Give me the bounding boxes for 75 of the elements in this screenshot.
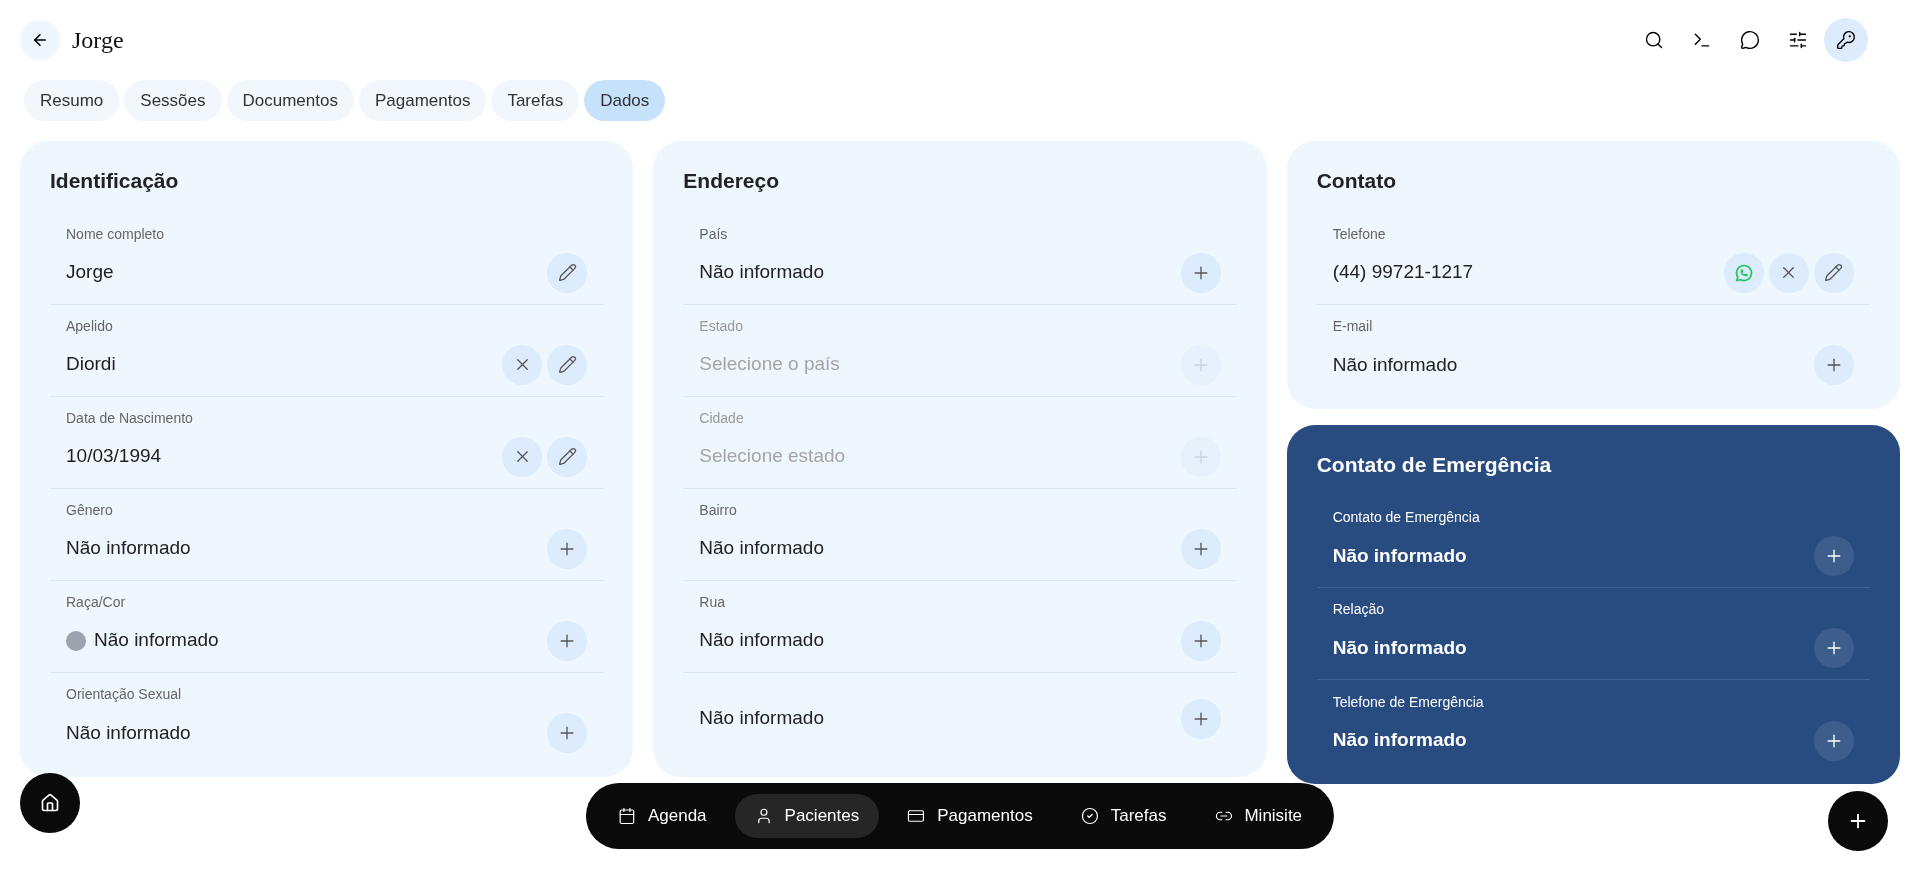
home-button[interactable] bbox=[20, 773, 80, 833]
card-title: Identificação bbox=[50, 168, 180, 194]
home-icon bbox=[40, 793, 60, 813]
field-label: Data de Nascimento bbox=[66, 408, 194, 428]
add-button[interactable] bbox=[1814, 720, 1854, 761]
field-value: (44) 99721-1217 bbox=[1332, 260, 1474, 285]
field-value: Não informado bbox=[699, 260, 824, 285]
field-value: 10/03/1994 bbox=[66, 444, 162, 469]
field-label: Telefone de Emergência bbox=[1332, 692, 1485, 712]
field-value: Selecione o país bbox=[699, 352, 840, 377]
field-label: Orientação Sexual bbox=[66, 685, 183, 704]
add-button[interactable] bbox=[547, 713, 588, 753]
field-label: Relação bbox=[1332, 600, 1386, 619]
field-label: Gênero bbox=[66, 500, 114, 520]
card-title: Contato de Emergência bbox=[1316, 451, 1553, 478]
field-label: E-mail bbox=[1332, 317, 1374, 336]
tab[interactable]: Resumo bbox=[24, 80, 120, 121]
tab[interactable]: Documentos bbox=[226, 80, 354, 121]
card-icon bbox=[907, 807, 926, 825]
field-label: Apelido bbox=[66, 316, 114, 336]
dock-item[interactable]: Pacientes bbox=[734, 794, 880, 838]
pencil-icon bbox=[557, 447, 577, 466]
field-value: Não informado bbox=[699, 536, 824, 561]
field-value: Não informado bbox=[1332, 728, 1467, 753]
edit-button[interactable] bbox=[1814, 252, 1854, 293]
field-value: Diordi bbox=[66, 352, 116, 377]
search-icon bbox=[1644, 30, 1664, 50]
field-label: Telefone bbox=[1332, 224, 1387, 244]
field-value: Não informado bbox=[1332, 543, 1467, 568]
dock-item[interactable]: Tarefas bbox=[1060, 794, 1187, 838]
field-value: Jorge bbox=[66, 260, 114, 285]
dock-item[interactable]: Pagamentos bbox=[887, 794, 1053, 838]
field-label: Rua bbox=[699, 592, 726, 612]
dock-item[interactable]: Agenda bbox=[597, 794, 727, 838]
field-label: País bbox=[699, 224, 729, 244]
add-button[interactable] bbox=[1814, 628, 1854, 668]
whatsapp-button[interactable] bbox=[1724, 252, 1764, 293]
calendar-icon bbox=[617, 807, 636, 825]
add-button[interactable] bbox=[1814, 345, 1854, 385]
field-label: Nome completo bbox=[66, 224, 166, 244]
clear-button[interactable] bbox=[1769, 252, 1809, 293]
field-label: Cidade bbox=[699, 408, 745, 428]
check-circle-icon bbox=[1080, 807, 1099, 825]
dock-item[interactable]: Minisite bbox=[1194, 794, 1323, 838]
field-value: Selecione estado bbox=[699, 444, 846, 469]
field-value: Não informado bbox=[66, 720, 191, 745]
tab[interactable]: Sessões bbox=[124, 80, 222, 121]
sliders-icon bbox=[1788, 30, 1808, 50]
pencil-icon bbox=[557, 263, 577, 282]
chat-bubble-icon bbox=[1740, 30, 1760, 50]
add-button[interactable] bbox=[1814, 536, 1854, 576]
field-value: Não informado bbox=[1332, 635, 1467, 660]
field-label: Bairro bbox=[699, 500, 738, 520]
field-label: Contato de Emergência bbox=[1332, 508, 1481, 527]
tab[interactable]: Dados bbox=[584, 80, 666, 121]
field-value: Não informado bbox=[66, 536, 191, 561]
pencil-icon bbox=[557, 355, 577, 374]
field-value: Não informado bbox=[699, 706, 824, 731]
field-value: Não informado bbox=[94, 628, 219, 653]
key-button[interactable] bbox=[1824, 18, 1868, 62]
pencil-icon bbox=[1824, 263, 1844, 282]
field-value: Não informado bbox=[699, 628, 824, 653]
tab[interactable]: Pagamentos bbox=[358, 80, 487, 121]
field-value: Não informado bbox=[1332, 352, 1458, 377]
card-title: Endereço bbox=[683, 168, 781, 194]
card-title: Contato bbox=[1316, 168, 1397, 194]
tab[interactable]: Tarefas bbox=[491, 80, 580, 121]
whatsapp-icon bbox=[1734, 262, 1754, 283]
key-icon bbox=[1836, 30, 1856, 50]
page-title: Jorge bbox=[72, 26, 124, 55]
field-label: Estado bbox=[699, 316, 744, 336]
add-fab[interactable] bbox=[1828, 791, 1888, 851]
back-button[interactable] bbox=[20, 20, 60, 60]
terminal-icon bbox=[1692, 30, 1712, 50]
field-label: Raça/Cor bbox=[66, 592, 127, 612]
